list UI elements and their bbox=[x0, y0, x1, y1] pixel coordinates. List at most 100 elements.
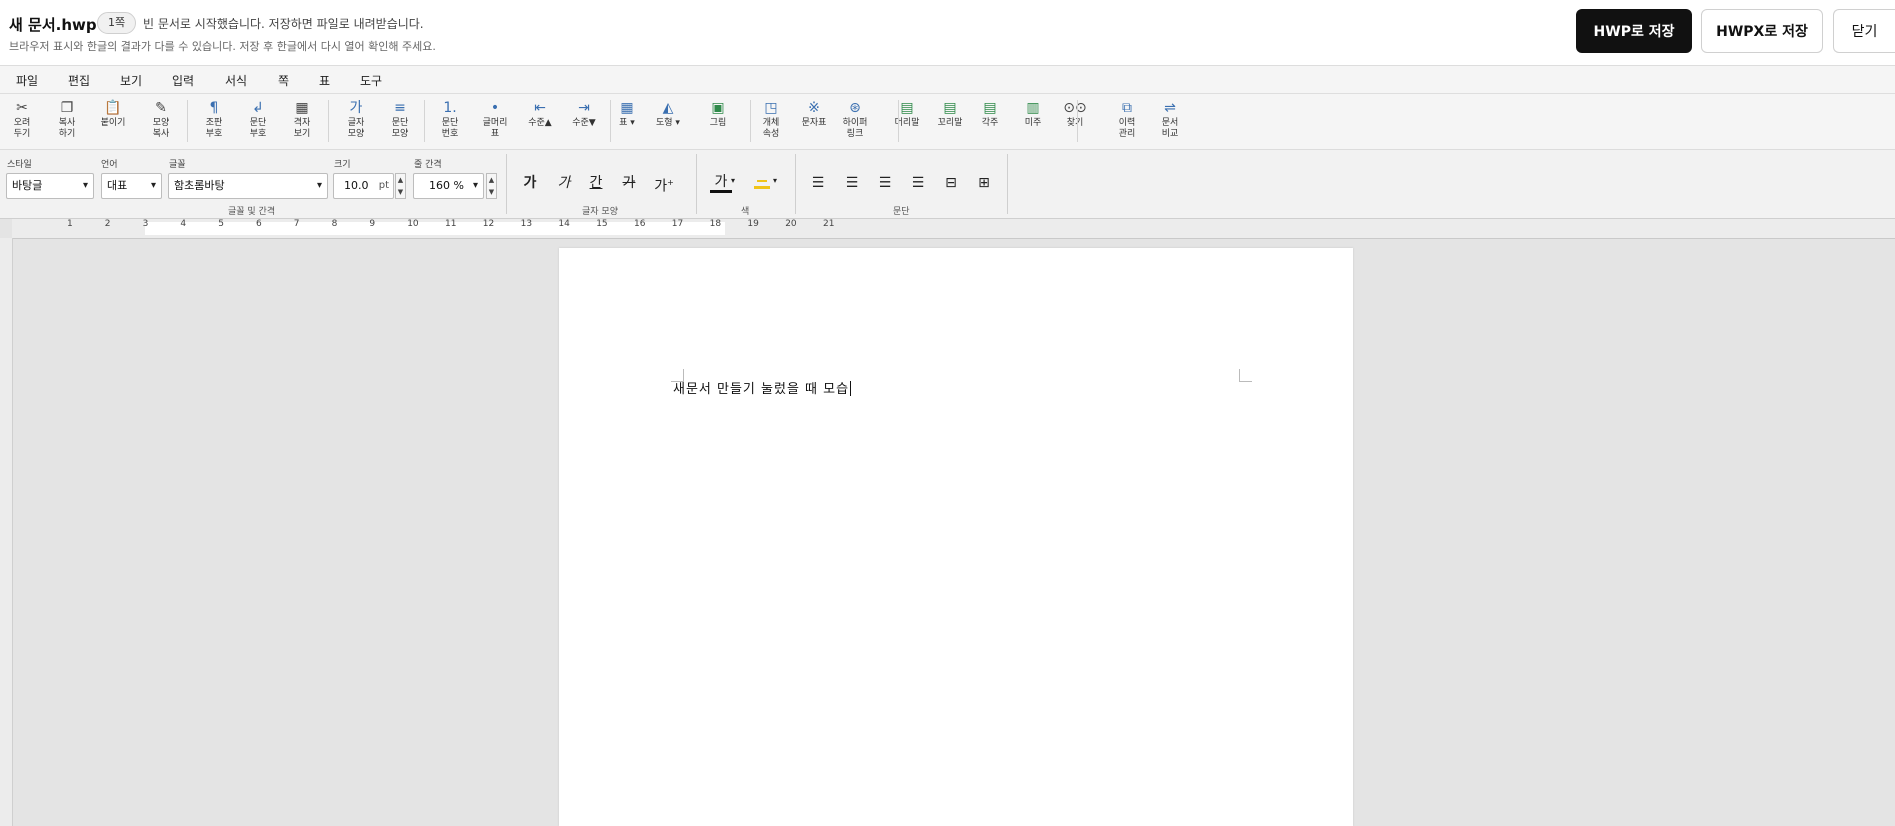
toolbar-divider bbox=[187, 100, 188, 142]
align-left-button[interactable]: ☰ bbox=[807, 172, 829, 194]
menu-insert[interactable]: 입력 bbox=[172, 72, 194, 89]
toolbar-divider bbox=[1077, 100, 1078, 142]
group-divider bbox=[696, 154, 697, 214]
header-button[interactable]: ▤ 머리말 bbox=[889, 98, 925, 144]
ruler-tick-label: 14 bbox=[558, 219, 570, 229]
line-spacing-select[interactable]: 160 % ▾ bbox=[413, 173, 484, 199]
spacing-stepper[interactable]: ▲ ▼ bbox=[486, 173, 497, 199]
picture-button[interactable]: ▣ 그림 bbox=[700, 98, 736, 144]
align-justify-button[interactable]: ☰ bbox=[907, 172, 929, 194]
horizontal-ruler[interactable]: 1 2 3 4 5 6 7 8 9 10 11 12 13 14 15 16 17 18 19 20 21 bbox=[12, 219, 1895, 239]
ruler-tick-label: 5 bbox=[218, 219, 224, 229]
italic-button[interactable]: 가 bbox=[553, 172, 575, 194]
paste-button[interactable]: 📋 붙이기 bbox=[95, 98, 131, 144]
para-shape-button[interactable]: ≡ 문단 모양 bbox=[382, 98, 418, 144]
format-copy-label: 모양 복사 bbox=[152, 118, 170, 139]
char-shape-button[interactable]: 가 글자 모양 bbox=[338, 98, 374, 144]
char-shape-icon: 가 bbox=[349, 100, 363, 116]
ruler-tick-label: 6 bbox=[256, 219, 262, 229]
history-button[interactable]: ⧉ 이력 관리 bbox=[1109, 98, 1145, 144]
page-count-badge: 1쪽 bbox=[97, 12, 137, 34]
grid-view-button[interactable]: ▦ 격자 보기 bbox=[284, 98, 320, 144]
superscript-button[interactable]: 가+ bbox=[653, 172, 675, 195]
style-select[interactable]: 바탕글 ▾ bbox=[6, 173, 94, 199]
table-icon: ▦ bbox=[620, 100, 634, 116]
menu-view[interactable]: 보기 bbox=[120, 72, 142, 89]
ruler-tick-label: 4 bbox=[180, 219, 187, 229]
header-label: 머리말 bbox=[894, 118, 920, 128]
history-label: 이력 관리 bbox=[1118, 118, 1136, 139]
vertical-ruler[interactable] bbox=[0, 238, 13, 826]
object-props-button[interactable]: ◳ 개체 속성 bbox=[753, 98, 789, 144]
hyperlink-button[interactable]: ⊛ 하이퍼 링크 bbox=[837, 98, 873, 144]
outdent-icon: ⇤ bbox=[534, 100, 546, 116]
menu-bar: 파일 편집 보기 입력 서식 쪽 표 도구 bbox=[0, 66, 1895, 94]
endnote-button[interactable]: ▥ 미주 bbox=[1015, 98, 1051, 144]
align-right-button[interactable]: ☰ bbox=[874, 172, 896, 194]
ruler-tick-label: 10 bbox=[407, 219, 419, 229]
ruler-tick-label: 19 bbox=[747, 219, 759, 229]
align-center-button[interactable]: ☰ bbox=[841, 172, 863, 194]
footnote-button[interactable]: ▤ 각주 bbox=[972, 98, 1008, 144]
language-select[interactable]: 대표 ▾ bbox=[101, 173, 162, 199]
ruler-tick-label: 2 bbox=[104, 219, 111, 229]
symbols-button[interactable]: ※ 문자표 bbox=[796, 98, 832, 144]
footer-button[interactable]: ▤ 꼬리말 bbox=[932, 98, 968, 144]
para-marks-button[interactable]: ↲ 문단 부호 bbox=[240, 98, 276, 144]
document-title: 새 문서.hwp bbox=[9, 16, 97, 34]
level-down-button[interactable]: ⇥ 수준▼ bbox=[566, 98, 602, 144]
link-icon: ⊛ bbox=[849, 100, 861, 116]
bold-button[interactable]: 가 bbox=[519, 172, 541, 194]
control-marks-button[interactable]: ¶ 조판 부호 bbox=[196, 98, 232, 144]
close-button[interactable]: 닫기 bbox=[1833, 9, 1895, 53]
compare-icon: ⇌ bbox=[1164, 100, 1176, 116]
document-page[interactable]: 새문서 만들기 눌렀을 때 모습 bbox=[559, 248, 1353, 826]
shape-icon: ◭ bbox=[662, 100, 674, 116]
para-number-button[interactable]: 1. 문단 번호 bbox=[432, 98, 468, 144]
compare-button[interactable]: ⇌ 문서 비교 bbox=[1152, 98, 1188, 144]
ruler-tick-label: 9 bbox=[369, 219, 376, 229]
bullet-button[interactable]: • 글머리 표 bbox=[477, 98, 513, 144]
copy-button[interactable]: ❐ 복사 하기 bbox=[49, 98, 85, 144]
menu-tools[interactable]: 도구 bbox=[360, 72, 382, 89]
cut-label: 오려 두기 bbox=[13, 118, 31, 139]
text-color-button[interactable]: 가 bbox=[710, 172, 732, 193]
shape-button[interactable]: ◭ 도형 ▾ bbox=[650, 98, 686, 144]
find-button[interactable]: ⊙⊙ 찾기 bbox=[1057, 98, 1093, 144]
save-hwp-button[interactable]: HWP로 저장 bbox=[1576, 9, 1692, 53]
control-marks-label: 조판 부호 bbox=[205, 118, 223, 139]
align-divide-button[interactable]: ⊞ bbox=[973, 172, 995, 194]
grid-icon: ▦ bbox=[295, 100, 309, 116]
menu-table[interactable]: 표 bbox=[319, 72, 330, 89]
bullet-icon: • bbox=[490, 100, 500, 116]
ruler-tick-label: 21 bbox=[823, 219, 835, 229]
menu-format[interactable]: 서식 bbox=[225, 72, 247, 89]
underline-button[interactable]: 간 bbox=[585, 172, 607, 194]
level-up-button[interactable]: ⇤ 수준▲ bbox=[522, 98, 558, 144]
table-button[interactable]: ▦ 표 ▾ bbox=[609, 98, 645, 144]
highlight-color-button[interactable] bbox=[754, 176, 770, 189]
menu-edit[interactable]: 편집 bbox=[68, 72, 90, 89]
highlighter-icon bbox=[757, 180, 767, 182]
header-icon: ▤ bbox=[900, 100, 914, 116]
size-input[interactable]: 10.0 pt bbox=[333, 173, 394, 199]
history-icon: ⧉ bbox=[1122, 100, 1132, 116]
ruler-tick-label: 3 bbox=[142, 219, 149, 229]
align-distribute-button[interactable]: ⊟ bbox=[940, 172, 962, 194]
footer-icon: ▤ bbox=[943, 100, 957, 116]
font-select[interactable]: 함초롬바탕 ▾ bbox=[168, 173, 328, 199]
format-copy-button[interactable]: ✎ 모양 복사 bbox=[143, 98, 179, 144]
picture-icon: ▣ bbox=[711, 100, 725, 116]
size-stepper[interactable]: ▲ ▼ bbox=[395, 173, 406, 199]
document-body-text[interactable]: 새문서 만들기 눌렀을 때 모습 bbox=[673, 378, 852, 397]
cut-button[interactable]: ✂ 오려 두기 bbox=[4, 98, 40, 144]
menu-file[interactable]: 파일 bbox=[16, 72, 38, 89]
menu-page[interactable]: 쪽 bbox=[278, 72, 289, 89]
group-label-font: 글꼴 및 간격 bbox=[228, 207, 276, 217]
save-hwpx-button[interactable]: HWPX로 저장 bbox=[1701, 9, 1823, 53]
grid-view-label: 격자 보기 bbox=[293, 118, 311, 139]
paste-icon: 📋 bbox=[104, 100, 122, 116]
strikethrough-button[interactable]: 가 bbox=[618, 172, 640, 194]
pilcrow-icon: ¶ bbox=[209, 100, 219, 116]
ruler-tick-label: 12 bbox=[482, 219, 495, 229]
